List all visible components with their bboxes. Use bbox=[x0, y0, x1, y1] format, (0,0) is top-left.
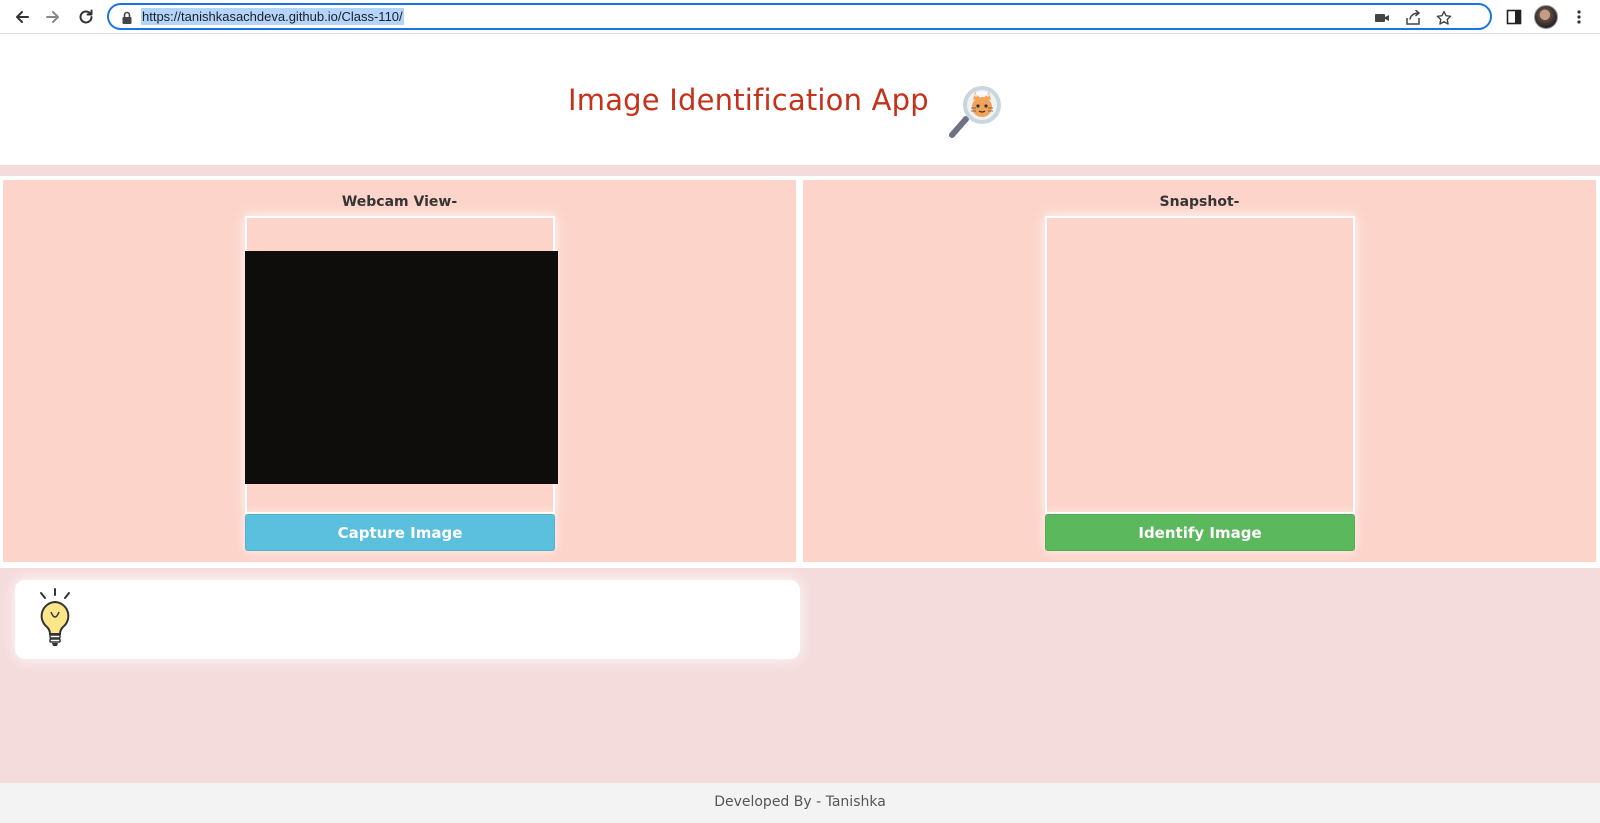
side-panel-icon[interactable] bbox=[1503, 6, 1525, 28]
profile-avatar[interactable] bbox=[1534, 5, 1558, 29]
snapshot-label: Snapshot- bbox=[1159, 194, 1240, 210]
address-bar[interactable]: https://tanishkasachdeva.github.io/Class… bbox=[107, 3, 1492, 30]
star-icon[interactable] bbox=[1435, 9, 1453, 27]
magnifier-cat-icon bbox=[946, 85, 1002, 141]
forward-arrow-icon[interactable] bbox=[41, 5, 65, 29]
footer-credit: Developed By - Tanishka bbox=[714, 794, 886, 810]
panels-row: Webcam View- Capture Image Snapshot- Ide… bbox=[0, 176, 1600, 568]
share-icon[interactable] bbox=[1404, 9, 1422, 27]
footer: Developed By - Tanishka bbox=[0, 783, 1600, 823]
lightbulb-icon bbox=[37, 588, 77, 652]
lock-icon[interactable] bbox=[121, 10, 133, 29]
browser-toolbar: https://tanishkasachdeva.github.io/Class… bbox=[0, 0, 1600, 34]
url-text[interactable]: https://tanishkasachdeva.github.io/Class… bbox=[141, 8, 404, 25]
page-header: Image Identification App bbox=[0, 35, 1600, 165]
snapshot-panel: Snapshot- Identify Image bbox=[803, 180, 1596, 562]
webcam-video bbox=[245, 251, 558, 484]
webcam-label: Webcam View- bbox=[341, 194, 458, 210]
kebab-menu-icon[interactable] bbox=[1568, 6, 1590, 28]
back-arrow-icon[interactable] bbox=[10, 5, 34, 29]
reload-icon[interactable] bbox=[74, 5, 98, 29]
snapshot-frame bbox=[1045, 216, 1355, 514]
webcam-panel: Webcam View- Capture Image bbox=[3, 180, 796, 562]
camera-icon[interactable] bbox=[1373, 9, 1391, 27]
identify-image-button[interactable]: Identify Image bbox=[1045, 514, 1355, 551]
page-title: Image Identification App bbox=[568, 83, 929, 117]
result-card bbox=[15, 580, 800, 659]
capture-image-button[interactable]: Capture Image bbox=[245, 514, 555, 551]
page-content: Image Identification App Webcam View- Ca… bbox=[0, 35, 1600, 823]
